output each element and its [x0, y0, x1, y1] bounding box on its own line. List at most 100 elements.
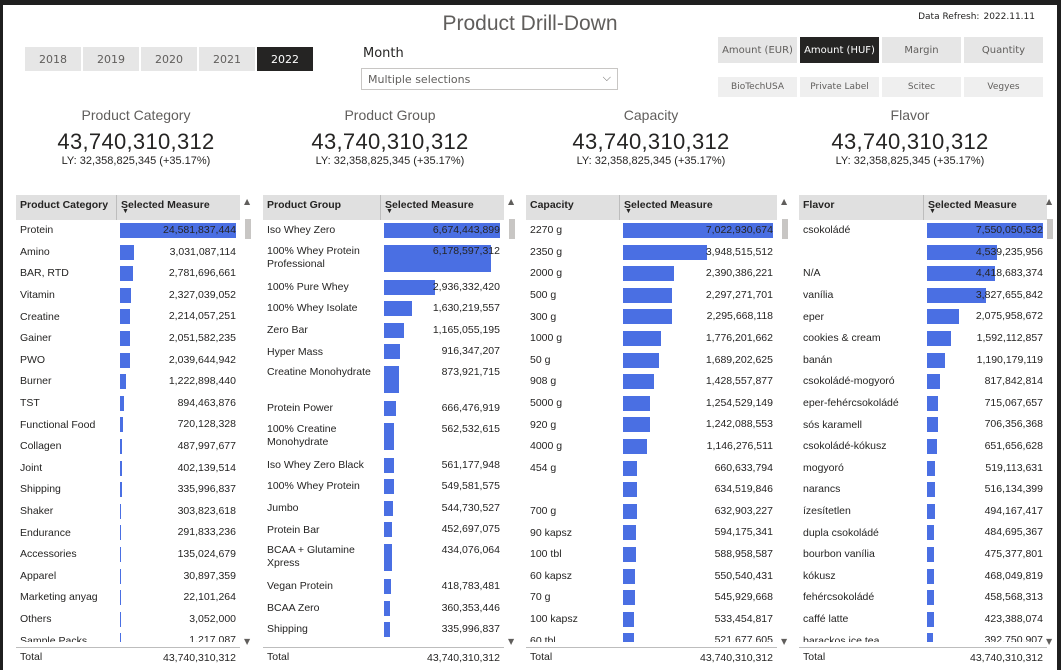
- year-button-2020[interactable]: 2020: [141, 47, 197, 71]
- table-row[interactable]: Gainer 2,051,582,235: [16, 328, 240, 350]
- table-row[interactable]: narancs 516,134,399: [799, 479, 1047, 501]
- table-row[interactable]: 60 kapsz 550,540,431: [526, 566, 777, 588]
- table-row[interactable]: vanília 3,827,655,842: [799, 285, 1047, 307]
- table-row[interactable]: 2350 g 3,948,515,512: [526, 242, 777, 264]
- table-row[interactable]: eper 2,075,958,672: [799, 306, 1047, 328]
- table-row[interactable]: 920 g 1,242,088,553: [526, 414, 777, 436]
- brand-button[interactable]: Vegyes: [964, 77, 1043, 97]
- table-row[interactable]: 700 g 632,903,227: [526, 501, 777, 523]
- table-row[interactable]: Protein Power 666,476,919: [263, 398, 504, 420]
- brand-button[interactable]: BioTechUSA: [718, 77, 797, 97]
- column-header[interactable]: Capacity: [526, 195, 619, 220]
- table-row[interactable]: Creatine 2,214,057,251: [16, 306, 240, 328]
- column-header[interactable]: Selected Measure ▼: [923, 195, 1047, 220]
- brand-button[interactable]: Scitec: [882, 77, 961, 97]
- table-row[interactable]: csokoládé 7,550,050,532: [799, 220, 1047, 242]
- table-row[interactable]: Iso Whey Zero 6,674,443,899: [263, 220, 504, 242]
- table-row[interactable]: eper-fehércsokoládé 715,067,657: [799, 393, 1047, 415]
- chevron-down-icon[interactable]: ▼: [781, 637, 787, 646]
- table-row[interactable]: Iso Whey Zero Black 561,177,948: [263, 455, 504, 477]
- table-row[interactable]: 634,519,846: [526, 479, 777, 501]
- table-row[interactable]: 100% Whey Protein 549,581,575: [263, 476, 504, 498]
- chevron-up-icon[interactable]: ▲: [244, 197, 250, 206]
- table-row[interactable]: Shipping 335,996,837: [263, 619, 504, 641]
- table-row[interactable]: Creatine Monohydrate 873,921,715: [263, 363, 504, 398]
- table-row[interactable]: Apparel 30,897,359: [16, 566, 240, 588]
- chevron-down-icon[interactable]: ▼: [244, 637, 250, 646]
- table-row[interactable]: 300 g 2,295,668,118: [526, 306, 777, 328]
- column-header[interactable]: Product Group: [263, 195, 380, 220]
- measure-button[interactable]: Amount (EUR): [718, 37, 797, 63]
- table-row[interactable]: 60 tbl 521,677,605: [526, 630, 777, 642]
- table-row[interactable]: N/A 4,418,683,374: [799, 263, 1047, 285]
- year-button-2022[interactable]: 2022: [257, 47, 313, 71]
- table-row[interactable]: BCAA Zero 360,353,446: [263, 598, 504, 620]
- table-row[interactable]: barackos ice tea 392,750,907: [799, 630, 1047, 642]
- table-row[interactable]: 100 kapsz 533,454,817: [526, 609, 777, 631]
- table-scrollbar[interactable]: ▲ ▼: [508, 195, 516, 667]
- chevron-up-icon[interactable]: ▲: [1046, 197, 1052, 206]
- table-row[interactable]: Accessories 135,024,679: [16, 544, 240, 566]
- table-row[interactable]: 100 tbl 588,958,587: [526, 544, 777, 566]
- table-row[interactable]: 2270 g 7,022,930,674: [526, 220, 777, 242]
- table-row[interactable]: 454 g 660,633,794: [526, 458, 777, 480]
- chevron-down-icon[interactable]: ▼: [508, 637, 514, 646]
- table-row[interactable]: fehércsokoládé 458,568,313: [799, 587, 1047, 609]
- table-row[interactable]: Jumbo 544,730,527: [263, 498, 504, 520]
- table-row[interactable]: BCAA + Glutamine Xpress 434,076,064: [263, 541, 504, 576]
- table-row[interactable]: sós karamell 706,356,368: [799, 414, 1047, 436]
- table-row[interactable]: 5000 g 1,254,529,149: [526, 393, 777, 415]
- table-row[interactable]: Shipping 335,996,837: [16, 479, 240, 501]
- table-row[interactable]: 100% Pure Whey 2,936,332,420: [263, 277, 504, 299]
- table-row[interactable]: dupla csokoládé 484,695,367: [799, 522, 1047, 544]
- table-row[interactable]: 908 g 1,428,557,877: [526, 371, 777, 393]
- table-row[interactable]: 100% Whey Isolate 1,630,219,557: [263, 298, 504, 320]
- scroll-thumb[interactable]: [509, 219, 515, 239]
- table-row[interactable]: 70 g 545,929,668: [526, 587, 777, 609]
- table-row[interactable]: Others 3,052,000: [16, 609, 240, 631]
- month-dropdown[interactable]: Multiple selections ⌵: [361, 68, 618, 90]
- table-scrollbar[interactable]: ▲ ▼: [244, 195, 252, 667]
- table-row[interactable]: Burner 1,222,898,440: [16, 371, 240, 393]
- year-button-2018[interactable]: 2018: [25, 47, 81, 71]
- table-row[interactable]: Functional Food 720,128,328: [16, 414, 240, 436]
- table-row[interactable]: PWO 2,039,644,942: [16, 350, 240, 372]
- column-header[interactable]: Selected Measure ▼: [116, 195, 240, 220]
- table-row[interactable]: Protein Bar 452,697,075: [263, 519, 504, 541]
- table-row[interactable]: 100% Whey Protein Professional 6,178,597,…: [263, 242, 504, 277]
- table-row[interactable]: 1000 g 1,776,201,662: [526, 328, 777, 350]
- table-row[interactable]: 90 kapsz 594,175,341: [526, 522, 777, 544]
- table-row[interactable]: Vitamin 2,327,039,052: [16, 285, 240, 307]
- table-row[interactable]: Protein 24,581,837,444: [16, 220, 240, 242]
- scroll-thumb[interactable]: [782, 219, 788, 239]
- measure-button[interactable]: Quantity: [964, 37, 1043, 63]
- table-row[interactable]: kókusz 468,049,819: [799, 566, 1047, 588]
- table-row[interactable]: 100% Creatine Monohydrate 562,532,615: [263, 420, 504, 455]
- table-row[interactable]: csokoládé-kókusz 651,656,628: [799, 436, 1047, 458]
- table-row[interactable]: TST 894,463,876: [16, 393, 240, 415]
- table-row[interactable]: Collagen 487,997,677: [16, 436, 240, 458]
- table-row[interactable]: mogyoró 519,113,631: [799, 458, 1047, 480]
- table-scrollbar[interactable]: ▲ ▼: [1046, 195, 1054, 667]
- table-row[interactable]: csokoládé-mogyoró 817,842,814: [799, 371, 1047, 393]
- year-button-2019[interactable]: 2019: [83, 47, 139, 71]
- column-header[interactable]: Selected Measure ▼: [380, 195, 504, 220]
- table-row[interactable]: Shaker 303,823,618: [16, 501, 240, 523]
- measure-button[interactable]: Amount (HUF): [800, 37, 879, 63]
- table-row[interactable]: Joint 402,139,514: [16, 458, 240, 480]
- table-row[interactable]: ízesítetlen 494,167,417: [799, 501, 1047, 523]
- chevron-down-icon[interactable]: ▼: [1046, 637, 1052, 646]
- table-row[interactable]: BAR, RTD 2,781,696,661: [16, 263, 240, 285]
- table-row[interactable]: caffé latte 423,388,074: [799, 609, 1047, 631]
- table-row[interactable]: bourbon vanília 475,377,801: [799, 544, 1047, 566]
- chevron-up-icon[interactable]: ▲: [508, 197, 514, 206]
- column-header[interactable]: Selected Measure ▼: [619, 195, 777, 220]
- table-row[interactable]: cookies & cream 1,592,112,857: [799, 328, 1047, 350]
- table-row[interactable]: 50 g 1,689,202,625: [526, 350, 777, 372]
- year-button-2021[interactable]: 2021: [199, 47, 255, 71]
- table-row[interactable]: Endurance 291,833,236: [16, 522, 240, 544]
- table-row[interactable]: Amino 3,031,087,114: [16, 242, 240, 264]
- measure-button[interactable]: Margin: [882, 37, 961, 63]
- table-row[interactable]: Zero Bar 1,165,055,195: [263, 320, 504, 342]
- table-row[interactable]: 4,539,235,956: [799, 242, 1047, 264]
